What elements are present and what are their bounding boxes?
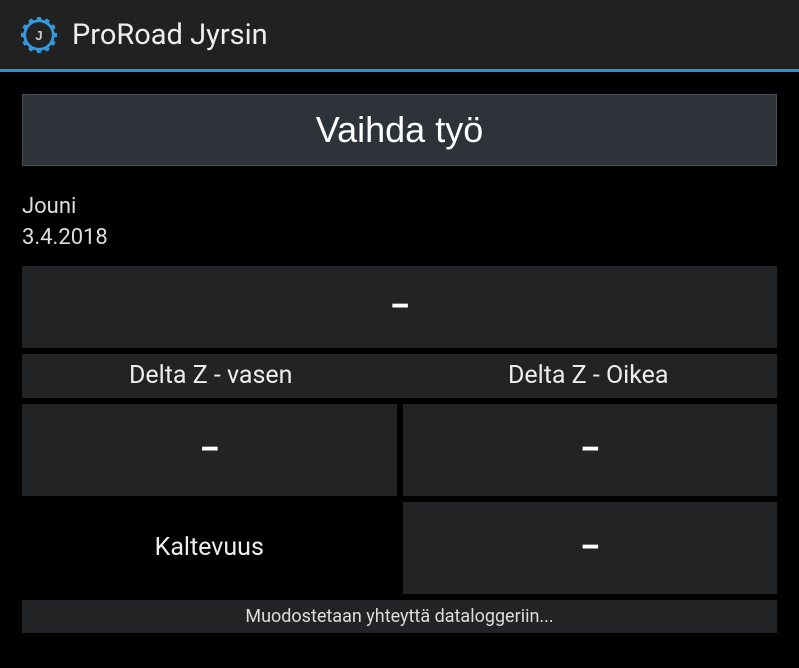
delta-right-value: –	[580, 432, 599, 467]
job-info: Jouni 3.4.2018	[22, 188, 777, 266]
kaltevuus-row: Kaltevuus –	[22, 502, 777, 594]
app-title: ProRoad Jyrsin	[72, 18, 268, 52]
change-job-button[interactable]: Vaihda työ	[22, 94, 777, 166]
delta-values-row: – –	[22, 404, 777, 496]
main-content: Vaihda työ Jouni 3.4.2018 – Delta Z - va…	[0, 72, 799, 655]
app-header: J ProRoad Jyrsin	[0, 0, 799, 72]
kaltevuus-value: –	[580, 530, 599, 565]
kaltevuus-panel: –	[403, 502, 778, 594]
user-name: Jouni	[22, 192, 777, 223]
app-logo-icon: J	[20, 16, 58, 54]
top-value: –	[390, 289, 409, 324]
delta-right-panel: –	[403, 404, 778, 496]
job-date: 3.4.2018	[22, 223, 777, 254]
top-value-panel: –	[22, 266, 777, 348]
status-bar: Muodostetaan yhteyttä dataloggeriin...	[22, 600, 777, 633]
delta-left-panel: –	[22, 404, 397, 496]
svg-text:J: J	[35, 27, 42, 42]
delta-left-label: Delta Z - vasen	[22, 354, 400, 398]
delta-labels-row: Delta Z - vasen Delta Z - Oikea	[22, 354, 777, 398]
delta-left-value: –	[200, 432, 219, 467]
delta-right-label: Delta Z - Oikea	[400, 354, 778, 398]
kaltevuus-label: Kaltevuus	[22, 502, 397, 594]
